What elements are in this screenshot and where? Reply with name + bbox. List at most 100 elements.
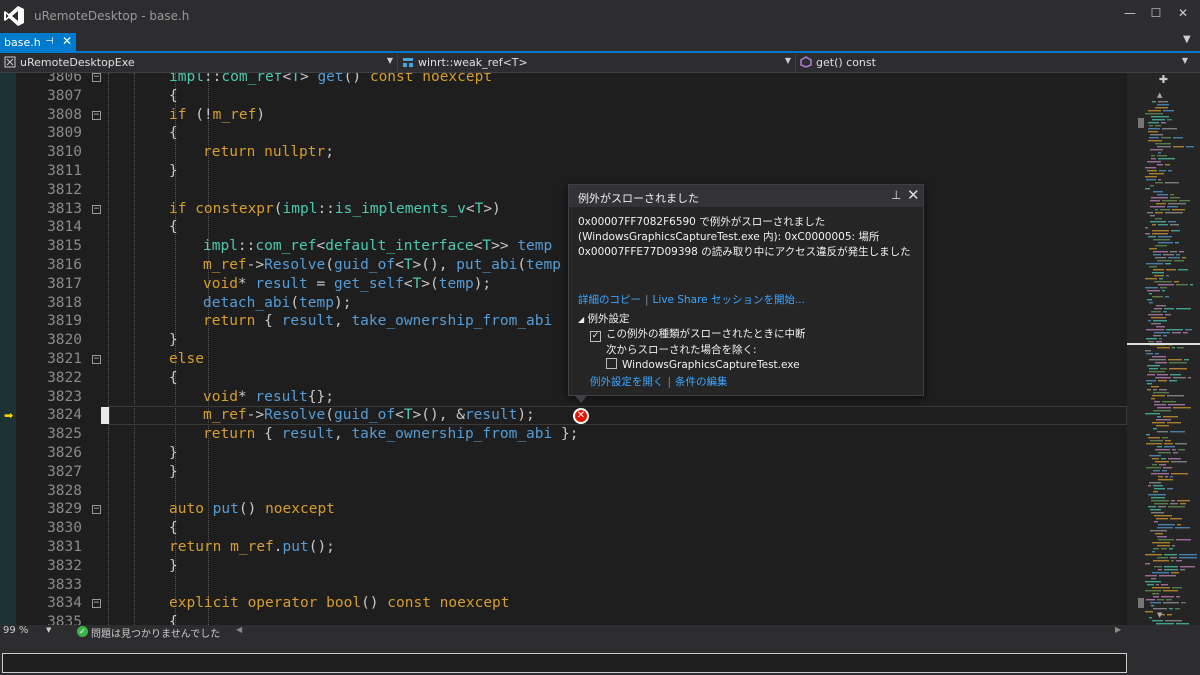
scope-dropdown[interactable]: winrt::weak_ref<T> ▼ [398, 54, 796, 72]
project-dropdown[interactable]: uRemoteDesktopExe ▼ [0, 54, 398, 72]
code-line[interactable]: 3823 void* result{}; [0, 389, 1127, 408]
open-exception-settings-link[interactable]: 例外設定を開く [590, 376, 664, 388]
minimap-line [1155, 353, 1159, 355]
except-module-option[interactable]: WindowsGraphicsCaptureTest.exe [606, 358, 800, 371]
code-text: void* result{}; [203, 388, 334, 405]
minimap-line [1149, 125, 1153, 127]
minimap-line [1154, 503, 1168, 505]
collapse-icon[interactable]: − [92, 73, 101, 82]
tab-base-h[interactable]: base.h ⊣ ✕ [0, 33, 76, 53]
minimap-line [1171, 500, 1175, 502]
member-dropdown[interactable]: get() const ▼ [796, 54, 1200, 72]
command-input[interactable] [2, 653, 1127, 673]
minimap-line [1160, 209, 1170, 211]
navigation-bar: uRemoteDesktopExe ▼ winrt::weak_ref<T> ▼… [0, 53, 1200, 73]
code-line[interactable]: 3827} [0, 464, 1127, 483]
break-checkbox[interactable]: ✓ [590, 331, 601, 342]
line-number: 3811 [47, 163, 82, 179]
code-line[interactable]: 3817 void* result = get_self<T>(temp); [0, 276, 1127, 295]
minimap-line [1150, 509, 1161, 511]
minimap-line [1147, 365, 1160, 367]
collapse-icon[interactable]: − [92, 110, 101, 120]
exception-error-icon[interactable]: ✕ [573, 408, 589, 424]
code-line[interactable]: 3816 m_ref->Resolve(guid_of<T>(), put_abi… [0, 257, 1127, 276]
minimap-line [1172, 209, 1185, 211]
minimap-line [1153, 596, 1159, 598]
collapse-icon[interactable]: − [92, 599, 101, 609]
minimap-line [1146, 467, 1161, 469]
tab-overflow-dropdown-icon[interactable]: ▼ [1183, 34, 1191, 45]
minimap-line [1157, 416, 1161, 418]
scroll-up-icon[interactable]: ▲ [1157, 91, 1162, 99]
minimap-line [1151, 398, 1155, 400]
minimap-line [1161, 137, 1171, 139]
code-line[interactable]: 3835 { [0, 614, 1127, 625]
code-line[interactable]: 3825 return { result, take_ownership_from… [0, 426, 1127, 445]
line-number: 3806 [47, 73, 82, 85]
code-line[interactable]: 3806 − impl::com_ref<T> get() const noexce… [0, 73, 1127, 88]
code-line[interactable]: 3818 detach_abi(temp); [0, 295, 1127, 314]
code-line[interactable]: 3821 − else [0, 351, 1127, 370]
code-line[interactable]: 3828 [0, 483, 1127, 502]
code-line[interactable]: 3814 { [0, 219, 1127, 238]
code-line[interactable]: 3820} [0, 332, 1127, 351]
close-icon[interactable]: ✕ [907, 186, 920, 204]
zoom-dropdown-icon[interactable]: ▼ [46, 626, 51, 634]
code-line[interactable]: 3829− auto put() noexcept [0, 501, 1127, 520]
collapse-icon[interactable]: − [92, 355, 101, 364]
minimap-line [1171, 473, 1188, 475]
code-line[interactable]: 3832} [0, 558, 1127, 577]
minimap-line [1147, 584, 1154, 586]
close-window-button[interactable]: ✕ [1160, 0, 1200, 32]
code-line[interactable]: 3813− if constexpr(impl::is_implements_v<… [0, 201, 1127, 220]
code-line[interactable]: 3830 { [0, 520, 1127, 539]
collapse-icon[interactable]: − [92, 505, 101, 515]
code-line[interactable]: 3822 { [0, 370, 1127, 389]
minimap-line [1146, 380, 1156, 382]
minimap-line [1148, 110, 1161, 112]
pin-icon[interactable]: ⊥ [891, 188, 901, 202]
scrollbar-minimap[interactable]: ✚ ▲ ▼ [1127, 73, 1200, 625]
code-line[interactable]: 3833 [0, 577, 1127, 596]
code-line[interactable]: 3809 { [0, 125, 1127, 144]
tab-close-icon[interactable]: ✕ [62, 34, 72, 48]
edit-conditions-link[interactable]: 条件の編集 [675, 376, 728, 388]
code-editor[interactable]: ➡ 3806− impl::com_ref<T> get() const noex… [0, 73, 1127, 625]
minimap-line [1151, 197, 1168, 199]
minimap-line [1151, 323, 1161, 325]
scroll-left-icon[interactable]: ◀ [236, 625, 242, 634]
code-line[interactable]: 3808− if (!m_ref) [0, 107, 1127, 126]
code-line[interactable]: 3811} [0, 163, 1127, 182]
code-line[interactable]: 3824 m_ref->Resolve(guid_of<T>(), &result… [0, 407, 1127, 426]
code-line[interactable]: 3807 { [0, 88, 1127, 107]
zoom-level[interactable]: 99 % [3, 625, 28, 636]
collapse-icon[interactable]: − [92, 204, 101, 214]
minimap-line [1145, 176, 1157, 178]
minimap-line [1150, 200, 1160, 202]
scroll-down-icon[interactable]: ▼ [1157, 611, 1162, 619]
minimap-line [1172, 449, 1176, 451]
code-line[interactable]: 3812 [0, 182, 1127, 201]
scroll-right-icon[interactable]: ▶ [1115, 625, 1121, 634]
copy-details-link[interactable]: 詳細のコピー [578, 294, 641, 306]
code-line[interactable]: 3831 return m_ref.put(); [0, 539, 1127, 558]
minimap-line [1163, 602, 1179, 604]
break-on-exception-option[interactable]: ✓ この例外の種類がスローされたときに中断 [590, 326, 806, 342]
code-line[interactable]: 3826} [0, 445, 1127, 464]
pin-icon[interactable]: ⊣ [45, 36, 54, 47]
line-number: 3832 [47, 557, 82, 574]
minimap-line [1155, 209, 1158, 211]
code-line[interactable]: 3819 return { result, take_ownership_from… [0, 313, 1127, 332]
code-text: return m_ref.put(); [169, 539, 335, 555]
live-share-link[interactable]: Live Share セッションを開始... [653, 294, 805, 306]
code-line[interactable]: 3810 return nullptr; [0, 144, 1127, 163]
settings-expander[interactable]: ◢ 例外設定 [578, 311, 630, 326]
split-window-icon[interactable]: ✚ [1127, 73, 1200, 89]
minimap-line [1145, 227, 1148, 229]
minimap-line [1173, 407, 1191, 409]
minimap-viewport-indicator[interactable] [1127, 343, 1200, 345]
except-module-checkbox[interactable] [606, 358, 617, 369]
code-line[interactable]: 3815 impl::com_ref<default_interface<T>> … [0, 238, 1127, 257]
popup-action-links: 詳細のコピー | Live Share セッションを開始... [578, 292, 805, 307]
code-line[interactable]: 3834− explicit operator bool() const noex… [0, 595, 1127, 614]
